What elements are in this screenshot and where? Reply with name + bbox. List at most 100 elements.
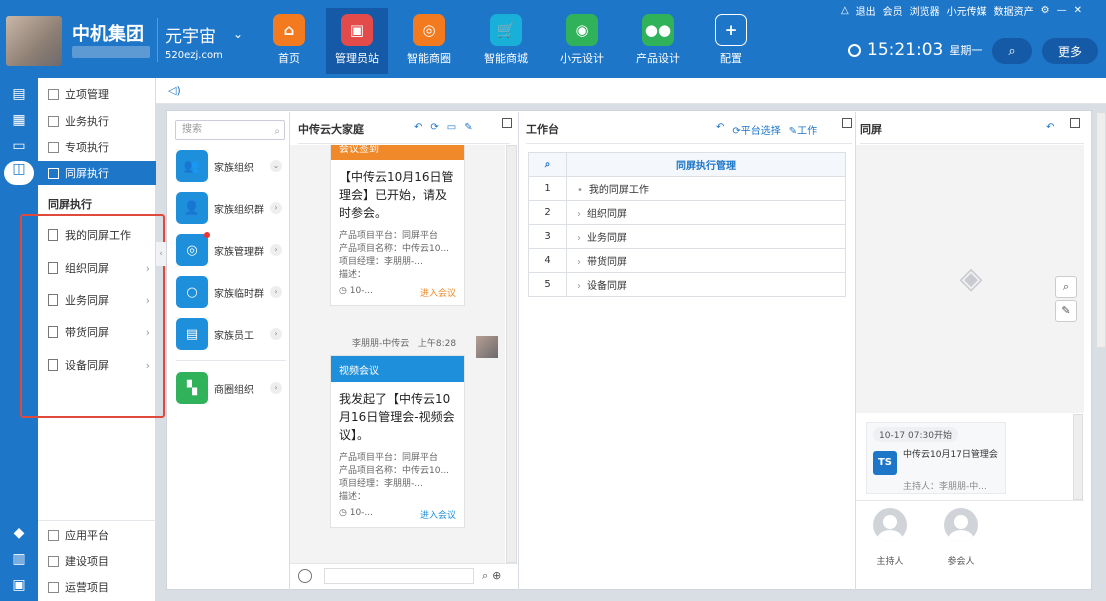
nav-xiaoyuan-design[interactable]: ◉ 小元设计 [551,8,613,74]
nav-config[interactable]: + 配置 [700,8,762,74]
nav-admin-station[interactable]: ▣ 管理员站 [326,8,388,74]
meta-line: 产品项目名称：中传云10... [339,244,450,254]
meeting-card[interactable]: 10-17 07:30开始 TS 中传云10月17日管理会 主持人：李朋朋-中.… [866,422,1006,494]
collapse-handle[interactable]: ‹ [156,242,166,266]
grid-icon [48,555,59,567]
menu-item-business[interactable]: 业务执行 [38,109,156,133]
search-icon[interactable]: ⌕ [528,152,567,177]
card-meta: 产品项目平台：同屏平台 产品项目名称：中传云10... 项目经理：李朋朋-...… [331,230,464,282]
link-browser[interactable]: 浏览器 [910,3,940,18]
search-placeholder: 搜索 [182,124,202,135]
menu-item-screen[interactable]: 同屏执行 [38,161,156,185]
contacts-search-input[interactable]: 搜索 ⌕ [175,120,285,140]
reply-icon[interactable]: ↶ [1046,122,1054,133]
table-row[interactable]: 3 › 业务同屏 [528,224,846,249]
meeting-scrollbar[interactable] [1073,414,1083,500]
group-family-manage[interactable]: ◎ 家族管理群 › [176,232,288,268]
link-logout[interactable]: 退出 [856,3,876,18]
link-media[interactable]: 小元传媒 [947,3,987,18]
row-label: 业务同屏 [587,233,627,244]
monitor-icon[interactable]: ▭ [8,138,30,158]
group-family-org-group[interactable]: 👤 家族组织群 › [176,190,288,226]
nav-smart-mall[interactable]: 🛒 智能商城 [475,8,537,74]
screen-share-icon[interactable]: ◫ [4,161,34,185]
edit-icon[interactable]: ✎ [464,122,472,133]
link-data-assets[interactable]: 数据资产 [994,3,1034,18]
row-cell: • 我的同屏工作 [566,176,846,201]
more-button[interactable]: 更多 [1042,38,1098,64]
chat-icon[interactable]: ▭ [447,122,456,133]
group-family-temp[interactable]: ○ 家族临时群 › [176,274,288,310]
platform-select-button[interactable]: ⟳平台选择 [732,122,780,137]
menu-item-app-platform[interactable]: 应用平台 [38,523,156,547]
zoom-button[interactable]: ⌕ [1055,276,1077,298]
group-label: 家族员工 [214,330,254,342]
card-meta: 产品项目平台：同屏平台 产品项目名称：中传云10... 项目经理：李朋朋-...… [331,452,464,504]
search-button[interactable]: ⌕ [992,38,1032,64]
chat-messages: 会议签到 【中传云10月16日管理会】已开始，请及时参会。 产品项目平台：同屏平… [290,145,505,563]
plus-circle-icon[interactable]: ⊕ [492,569,501,582]
grid-icon [48,141,59,153]
message-card-video[interactable]: 视频会议 我发起了【中传云10月16日管理会-视频会议】。 产品项目平台：同屏平… [330,355,465,528]
work-button[interactable]: ✎工作 [789,122,817,137]
user-icon [944,508,978,542]
maximize-icon[interactable] [842,118,852,128]
link-member[interactable]: 会员 [883,3,903,18]
nav-label: 配置 [720,52,742,65]
minimize-icon[interactable]: — [1057,5,1067,16]
search-icon[interactable]: ⌕ [482,569,488,583]
table-row[interactable]: 4 › 带货同屏 [528,248,846,273]
gear-box-icon[interactable]: ▣ [8,577,30,597]
chevron-right-icon: › [270,244,282,256]
meta-line: 项目经理：李朋朋-... [339,479,423,489]
user-avatar[interactable] [6,16,62,66]
brand-subtitle-blurred [72,46,150,58]
document-icon[interactable]: ▦ [8,112,30,132]
chat-scrollbar[interactable] [506,145,517,563]
chevron-down-icon[interactable]: ⌄ [233,27,243,41]
reply-icon[interactable]: ↶ [414,122,422,133]
message-card-checkin[interactable]: 会议签到 【中传云10月16日管理会】已开始，请及时参会。 产品项目平台：同屏平… [330,145,465,306]
reply-icon[interactable]: ↶ [716,122,724,137]
chat-input[interactable] [324,567,474,584]
time-text: 10-... [349,508,374,518]
menu-item-operation[interactable]: 运营项目 [38,575,156,599]
building-icon[interactable]: ▥ [8,551,30,571]
nav-smart-circle[interactable]: ◎ 智能商圈 [398,8,460,74]
workbench-scrollbar[interactable] [1096,112,1106,348]
gear-icon[interactable]: ⚙ [1041,5,1050,16]
enter-meeting-link[interactable]: 进入会议 [420,286,456,299]
meeting-logo-icon: TS [873,451,897,475]
close-icon[interactable]: ✕ [1074,5,1082,16]
chat-title: 中传云大家庭 [298,114,510,144]
nav-product-design[interactable]: ●● 产品设计 [627,8,689,74]
attendee-avatar[interactable]: 参会人 [943,508,979,567]
group-family-staff[interactable]: ▤ 家族员工 › [176,316,288,352]
maximize-icon[interactable] [1070,118,1080,128]
group-business-org[interactable]: ▚ 商圈组织 › [176,370,288,406]
table-row[interactable]: 2 › 组织同屏 [528,200,846,225]
pen-button[interactable]: ✎ [1055,300,1077,322]
product-name[interactable]: 元宇宙 [165,22,216,47]
table-row[interactable]: 1 • 我的同屏工作 [528,176,846,201]
emoji-icon[interactable] [298,568,312,583]
card-body: 我发起了【中传云10月16日管理会-视频会议】。 [339,392,455,442]
group-family-org[interactable]: 👥 家族组织 ⌄ [176,148,288,184]
maximize-icon[interactable] [502,118,512,128]
cube-icon[interactable]: ◆ [8,525,30,545]
menu-item-project[interactable]: 立项管理 [38,82,156,106]
grid-icon [48,529,59,541]
menu-item-construction[interactable]: 建设项目 [38,549,156,573]
table-row[interactable]: 5 › 设备同屏 [528,272,846,297]
row-label: 我的同屏工作 [588,185,649,196]
nav-label: 管理员站 [335,52,379,65]
menu-item-special[interactable]: 专项执行 [38,135,156,159]
refresh-icon[interactable]: ⟳ [430,122,438,133]
host-avatar[interactable]: 主持人 [872,508,908,567]
briefcase-icon[interactable]: ▤ [8,86,30,106]
top-bar: 中机集团 元宇宙 ⌄ 520ezj.com ⌂ 首页 ▣ 管理员站 ◎ 智能商圈… [0,0,1106,78]
nav-home[interactable]: ⌂ 首页 [258,8,320,74]
enter-meeting-link[interactable]: 进入会议 [420,508,456,521]
clock-icon: ◷ [339,286,350,296]
nav-label: 智能商圈 [407,52,451,65]
